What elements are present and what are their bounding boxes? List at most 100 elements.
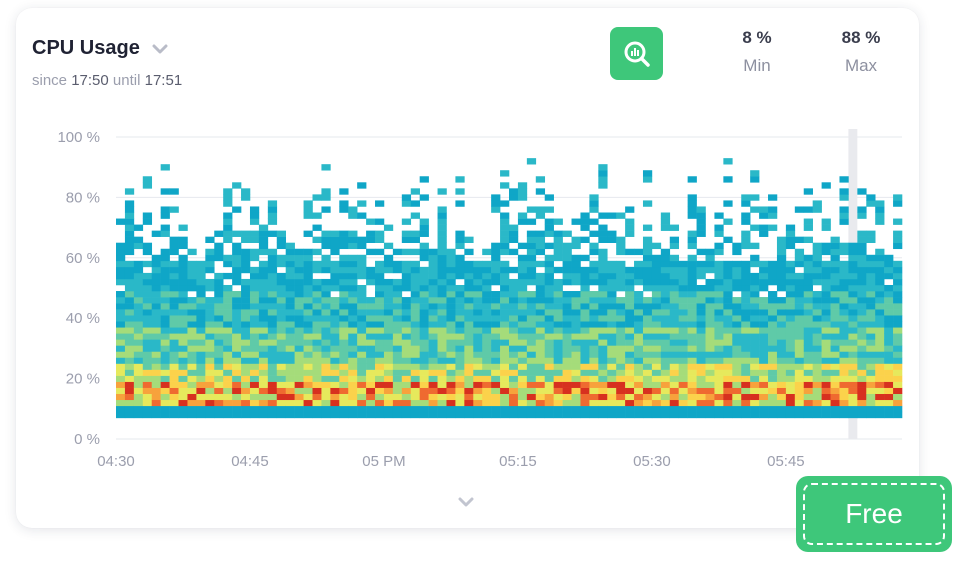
- heatmap-cell: [366, 339, 376, 346]
- heatmap-cell: [437, 260, 447, 268]
- heatmap-cell: [893, 375, 903, 382]
- heatmap-cell: [241, 230, 251, 237]
- heatmap-cell: [776, 236, 787, 243]
- heatmap-cell: [625, 321, 635, 328]
- heatmap-cell: [509, 315, 519, 322]
- heatmap-cell: [776, 393, 787, 401]
- heatmap-cell: [678, 297, 688, 304]
- heatmap-cell: [875, 321, 885, 328]
- heatmap-cell: [437, 363, 447, 370]
- heatmap-cell: [803, 381, 813, 388]
- heatmap-cell: [535, 363, 546, 370]
- heatmap-cell: [375, 405, 385, 413]
- heatmap-cell: [178, 303, 188, 310]
- heatmap-cell: [580, 266, 590, 274]
- heatmap-cell: [803, 303, 813, 310]
- heatmap-cell: [544, 291, 554, 298]
- heatmap-cell: [232, 351, 242, 358]
- heatmap-cell: [580, 315, 590, 322]
- heatmap-cell: [428, 381, 438, 388]
- heatmap-cell: [642, 272, 653, 280]
- heatmap-cell: [866, 339, 876, 346]
- heatmap-cell: [741, 297, 751, 304]
- heatmap-cell: [464, 387, 474, 394]
- heatmap-cell: [687, 309, 697, 316]
- heatmap-cell: [500, 297, 510, 304]
- heatmap-cell: [830, 242, 840, 250]
- heatmap-cell: [392, 393, 403, 401]
- heatmap-cell: [812, 309, 822, 316]
- heatmap-chart[interactable]: 0 %20 %40 %60 %80 %100 %04:30 04:45 05 PM 0…: [16, 8, 919, 488]
- heatmap-cell: [723, 375, 733, 382]
- heatmap-cell: [482, 339, 492, 346]
- heatmap-cell: [714, 333, 724, 340]
- heatmap-cell: [482, 333, 492, 340]
- heatmap-cell: [714, 212, 724, 219]
- heatmap-cell: [303, 309, 313, 316]
- heatmap-cell: [884, 399, 894, 407]
- heatmap-cell: [267, 206, 278, 213]
- heatmap-cell: [410, 345, 420, 352]
- heatmap-cell: [526, 206, 537, 213]
- heatmap-cell: [723, 381, 733, 388]
- heatmap-cell: [124, 242, 135, 250]
- expand-chevron-icon[interactable]: [458, 496, 474, 508]
- heatmap-cell: [714, 381, 724, 388]
- heatmap-cell: [223, 321, 233, 328]
- heatmap-cell: [732, 375, 742, 382]
- heatmap-cell: [571, 315, 581, 322]
- heatmap-cell: [517, 182, 528, 189]
- heatmap-cell: [223, 284, 233, 292]
- heatmap-cell: [785, 369, 796, 376]
- heatmap-cell: [812, 200, 822, 207]
- heatmap-cell: [267, 369, 278, 376]
- heatmap-cell: [133, 291, 144, 298]
- heatmap-cell: [598, 170, 608, 177]
- heatmap-cell: [598, 381, 608, 388]
- heatmap-cell: [276, 345, 287, 352]
- free-plan-badge[interactable]: Free: [796, 476, 952, 552]
- heatmap-cell: [535, 242, 546, 250]
- heatmap-cell: [794, 369, 805, 376]
- heatmap-cell: [875, 327, 885, 334]
- heatmap-cell: [830, 393, 840, 401]
- heatmap-cell: [437, 309, 447, 316]
- heatmap-cell: [214, 399, 224, 407]
- heatmap-cell: [330, 260, 340, 268]
- heatmap-cell: [285, 291, 295, 298]
- heatmap-cell: [392, 297, 403, 304]
- heatmap-cell: [419, 339, 429, 346]
- heatmap-cell: [741, 375, 751, 382]
- heatmap-cell: [875, 369, 885, 376]
- heatmap-cell: [803, 315, 813, 322]
- heatmap-cell: [410, 339, 420, 346]
- heatmap-cell: [732, 357, 742, 364]
- heatmap-cell: [357, 363, 367, 370]
- heatmap-cell: [616, 411, 626, 419]
- heatmap-cell: [875, 345, 885, 352]
- heatmap-cell: [884, 333, 894, 340]
- heatmap-cell: [285, 411, 295, 419]
- heatmap-cell: [803, 188, 813, 195]
- heatmap-cell: [500, 345, 510, 352]
- heatmap-cell: [616, 381, 626, 388]
- heatmap-cell: [821, 266, 831, 274]
- heatmap-cell: [723, 363, 733, 370]
- heatmap-cell: [768, 303, 778, 310]
- heatmap-cell: [589, 321, 599, 328]
- heatmap-cell: [625, 369, 635, 376]
- heatmap-cell: [696, 266, 706, 274]
- heatmap-cell: [419, 315, 429, 322]
- heatmap-cell: [410, 399, 420, 407]
- heatmap-cell: [696, 212, 706, 219]
- heatmap-cell: [821, 309, 831, 316]
- heatmap-cell: [759, 387, 769, 394]
- heatmap-cell: [651, 309, 662, 316]
- heatmap-cell: [759, 345, 769, 352]
- heatmap-cell: [241, 284, 251, 292]
- heatmap-cell: [419, 254, 429, 262]
- heatmap-cell: [517, 278, 528, 286]
- heatmap-cell: [437, 381, 447, 388]
- heatmap-cell: [866, 200, 876, 207]
- heatmap-cell: [142, 387, 153, 394]
